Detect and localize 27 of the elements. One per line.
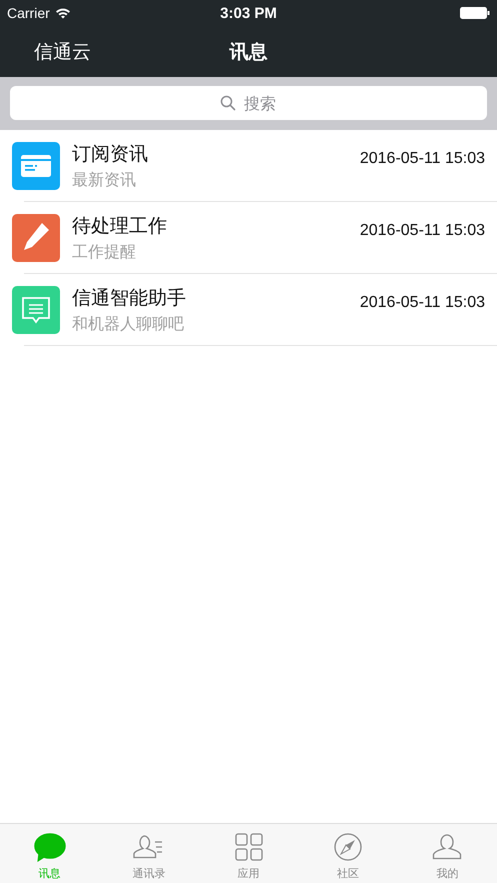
message-title: 待处理工作 — [72, 214, 167, 239]
message-row[interactable]: 信通智能助手 和机器人聊聊吧 2016-05-11 15:03 — [0, 274, 497, 346]
chat-bubble-icon — [34, 833, 66, 863]
screen-title: 讯息 — [230, 40, 268, 64]
message-title: 订阅资讯 — [72, 142, 148, 167]
message-title: 信通智能助手 — [72, 286, 186, 311]
tab[interactable]: 讯息 — [0, 824, 100, 883]
compass-icon — [332, 833, 364, 863]
grid-icon — [232, 833, 265, 863]
message-preview: 工作提醒 — [72, 242, 137, 263]
clock-time: 3:03 PM — [220, 4, 277, 22]
tab[interactable]: 我的 — [398, 824, 497, 883]
tab[interactable]: 通讯录 — [99, 824, 199, 883]
message-row[interactable]: 订阅资讯 最新资讯 2016-05-11 15:03 — [0, 130, 497, 202]
wifi-icon — [54, 7, 71, 19]
search-field[interactable]: 搜索 — [10, 86, 487, 120]
message-preview: 最新资讯 — [72, 170, 137, 191]
app-name: 信通云 — [34, 40, 91, 64]
message-time: 2016-05-11 15:03 — [360, 222, 485, 240]
message-row[interactable]: 待处理工作 工作提醒 2016-05-11 15:03 — [0, 202, 497, 274]
battery-icon — [460, 7, 490, 19]
tab[interactable]: 社区 — [298, 824, 398, 883]
message-time: 2016-05-11 15:03 — [360, 294, 485, 312]
message-time: 2016-05-11 15:03 — [360, 150, 485, 168]
message-preview: 和机器人聊聊吧 — [72, 314, 185, 335]
tab[interactable]: 应用 — [198, 824, 298, 883]
carrier-label: Carrier — [7, 5, 50, 21]
